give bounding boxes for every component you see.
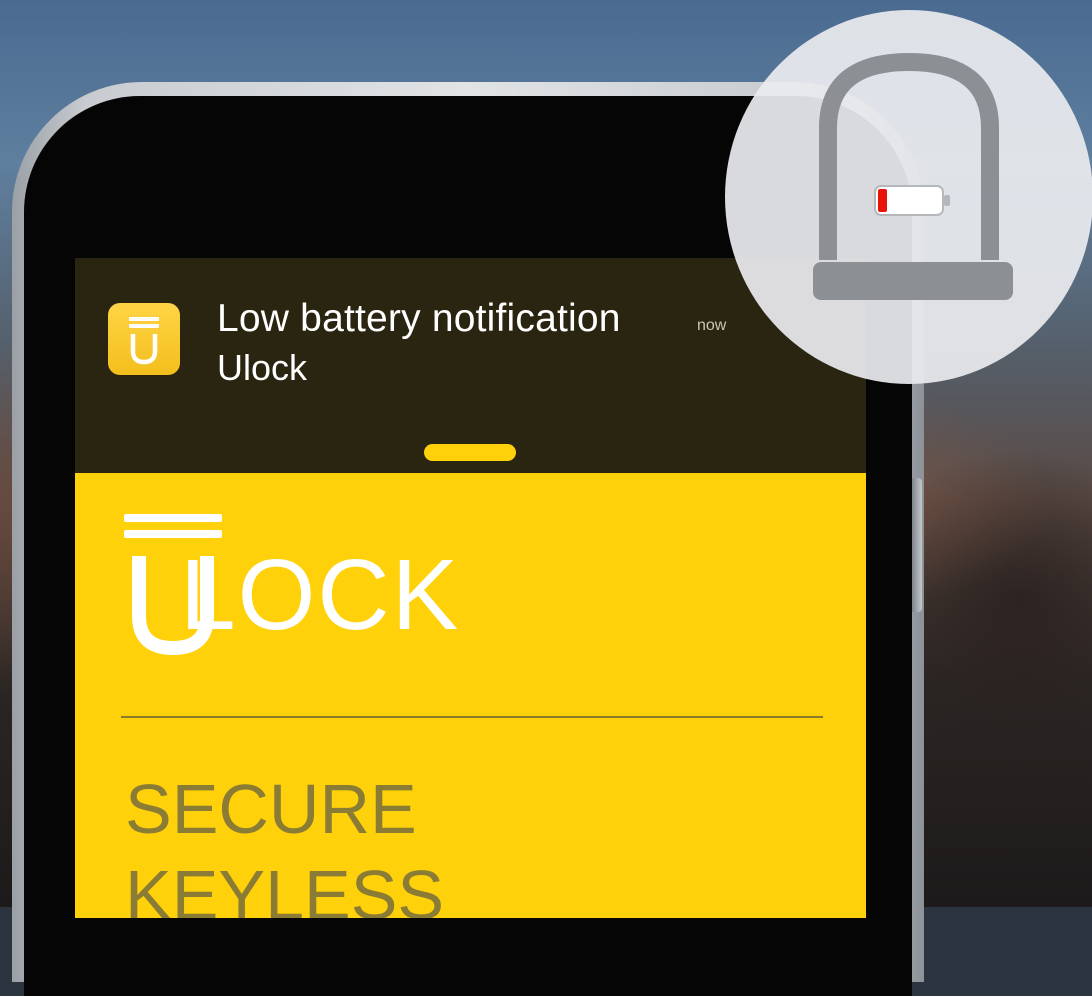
notification-app-name: Ulock: [217, 347, 308, 388]
tagline-line-2: KEYLESS: [125, 856, 445, 918]
battery-low-icon: [874, 185, 950, 216]
app-divider: [121, 716, 823, 718]
ulock-app-icon: [108, 303, 180, 375]
padlock-low-battery-icon: [725, 10, 1092, 389]
app-wordmark: LOCK: [180, 539, 461, 651]
phone-side-button: [912, 478, 922, 612]
notification-time: now: [697, 317, 727, 334]
notification-title: Low battery notification: [217, 297, 621, 340]
tagline-line-1: SECURE: [125, 770, 417, 848]
notification-drag-handle[interactable]: [424, 444, 516, 461]
battery-level-fill: [878, 189, 887, 212]
